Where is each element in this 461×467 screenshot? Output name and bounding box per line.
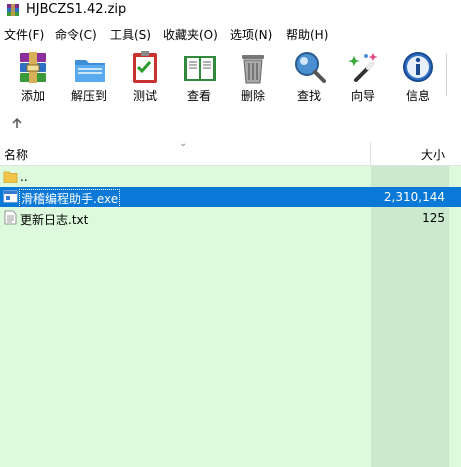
up-arrow-icon[interactable] — [10, 116, 24, 130]
list-item-txt[interactable]: 更新日志.txt 125 — [0, 208, 461, 228]
extract-to-button[interactable]: 解压到 — [62, 46, 116, 106]
title-bar: HJBCZS1.42.zip — [0, 0, 461, 22]
wizard-label: 向导 — [350, 89, 375, 103]
exe-file-icon — [3, 190, 18, 203]
info-button[interactable]: 信息 — [391, 46, 445, 106]
view-book-icon — [184, 56, 216, 81]
test-checklist-icon — [133, 51, 157, 83]
menu-commands[interactable]: 命令(C) — [55, 26, 97, 43]
find-button[interactable]: 查找 — [282, 46, 336, 106]
extract-to-label: 解压到 — [70, 89, 107, 103]
wizard-button[interactable]: 向导 — [336, 46, 390, 106]
add-archive-icon — [20, 52, 46, 83]
navigation-bar — [0, 110, 461, 138]
magnifier-icon — [295, 52, 326, 83]
list-item-parent[interactable]: .. — [0, 167, 461, 187]
list-header: 名称 ⌄ 大小 — [0, 138, 461, 166]
magic-wand-icon — [348, 53, 378, 82]
column-header-name[interactable]: 名称 — [4, 146, 28, 163]
text-file-icon — [4, 210, 17, 225]
delete-label: 删除 — [240, 89, 265, 103]
column-header-size[interactable]: 大小 — [421, 146, 445, 163]
menu-help[interactable]: 帮助(H) — [286, 26, 328, 43]
toolbar-separator — [446, 54, 447, 96]
folder-icon — [3, 171, 18, 183]
file-name: .. — [20, 170, 28, 184]
menu-tools[interactable]: 工具(S) — [110, 26, 151, 43]
file-name: 滑稽编程助手.exe — [19, 189, 121, 208]
view-button[interactable]: 查看 — [172, 46, 226, 106]
trash-can-icon — [242, 55, 264, 84]
info-icon — [403, 52, 433, 82]
test-button[interactable]: 测试 — [118, 46, 172, 106]
file-size: 2,310,144 — [383, 190, 445, 204]
list-item-exe[interactable]: 滑稽编程助手.exe 2,310,144 — [0, 187, 461, 208]
find-label: 查找 — [296, 89, 321, 103]
menu-bar: 文件(F) 命令(C) 工具(S) 收藏夹(O) 选项(N) 帮助(H) — [0, 24, 461, 44]
view-label: 查看 — [186, 89, 211, 103]
add-label: 添加 — [20, 89, 45, 103]
window-title: HJBCZS1.42.zip — [26, 2, 127, 17]
file-name: 更新日志.txt — [20, 213, 89, 227]
delete-button[interactable]: 删除 — [226, 46, 280, 106]
toolbar: 添加 解压到 测试 查看 删除 查找 向导 信息 — [0, 46, 461, 108]
add-button[interactable]: 添加 — [6, 46, 60, 106]
sort-chevron-icon: ⌄ — [179, 138, 188, 149]
extract-folder-icon — [75, 60, 105, 82]
winrar-app-icon — [7, 4, 19, 16]
menu-file[interactable]: 文件(F) — [4, 26, 44, 43]
file-list: 名称 ⌄ 大小 .. 滑稽编程助手.exe 2,310,144 更新日志.txt… — [0, 138, 461, 467]
test-label: 测试 — [132, 89, 157, 103]
menu-options[interactable]: 选项(N) — [230, 26, 272, 43]
column-divider[interactable] — [370, 142, 371, 165]
menu-favorites[interactable]: 收藏夹(O) — [163, 26, 218, 43]
file-size: 125 — [422, 211, 445, 225]
info-label: 信息 — [405, 89, 430, 103]
